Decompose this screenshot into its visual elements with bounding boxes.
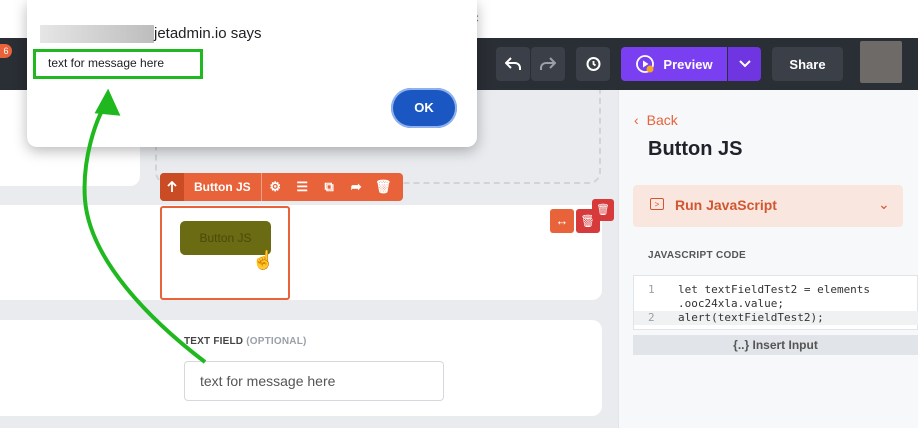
redo-button[interactable] [531,47,565,81]
history-button[interactable] [576,47,610,81]
undo-button[interactable] [496,47,530,81]
line-number: 2 [648,311,655,324]
element-toolbar-label: Button JS [184,173,262,201]
text-field-optional: (OPTIONAL) [246,336,307,347]
arrow-up-icon [167,181,177,192]
text-field-label: TEXT FIELD (OPTIONAL) [184,336,307,347]
chevron-down-icon [738,60,751,68]
chevron-down-icon[interactable]: ⌄ [878,196,890,213]
code-text: let textFieldTest2 = elements [678,283,871,296]
chevron-left-icon: ‹ [634,112,639,128]
duplicate-icon[interactable]: ⧉ [316,179,343,195]
code-line: 1 let textFieldTest2 = elements [634,283,918,297]
insert-input-button[interactable]: {..} Insert Input [633,335,918,355]
code-text: alert(textFieldTest2); [678,311,824,324]
back-link[interactable]: ‹ Back [634,112,678,128]
preview-dropdown-button[interactable] [728,47,761,81]
code-line: 2 alert(textFieldTest2); [634,311,918,325]
preview-button[interactable]: Preview [621,47,727,81]
code-text: .ooc24xla.value; [678,297,784,310]
avatar[interactable] [860,41,902,83]
element-toolbar: Button JS ⚙ ☰ ⧉ ➦ 🗑 [160,173,403,201]
preview-label: Preview [663,56,713,72]
select-parent-button[interactable] [160,173,184,201]
line-number: 1 [648,283,655,296]
alert-origin: jetadmin.io says [154,25,262,42]
back-label: Back [646,112,678,128]
align-icon[interactable]: ☰ [289,179,316,195]
alert-message: text for message here [48,56,165,70]
hand-cursor-icon: ☝ [252,250,275,270]
code-editor[interactable]: 1 let textFieldTest2 = elements .ooc24xl… [633,275,918,330]
undo-icon [505,57,521,70]
text-field-label-text: TEXT FIELD [184,336,244,347]
resize-handle-icon[interactable]: ↔ [550,209,574,233]
alert-origin-redacted [40,25,154,43]
action-label: Run JavaScript [675,197,777,213]
code-line: .ooc24xla.value; [634,297,918,311]
javascript-code-label: JAVASCRIPT CODE [648,250,747,261]
ok-button[interactable]: OK [391,88,457,128]
gear-icon[interactable]: ⚙ [262,179,289,195]
preview-play-icon [636,55,655,73]
redo-icon [540,57,556,70]
history-icon [586,57,601,71]
text-field-input[interactable]: text for message here [184,361,444,401]
trash-icon[interactable]: 🗑 [370,179,397,195]
trash-icon[interactable]: 🗑 [592,199,614,221]
panel-title: Button JS [648,138,743,160]
canvas-card [0,205,602,300]
terminal-icon: > [650,198,664,210]
share-button[interactable]: Share [772,47,843,81]
move-icon[interactable]: ➦ [343,179,370,195]
